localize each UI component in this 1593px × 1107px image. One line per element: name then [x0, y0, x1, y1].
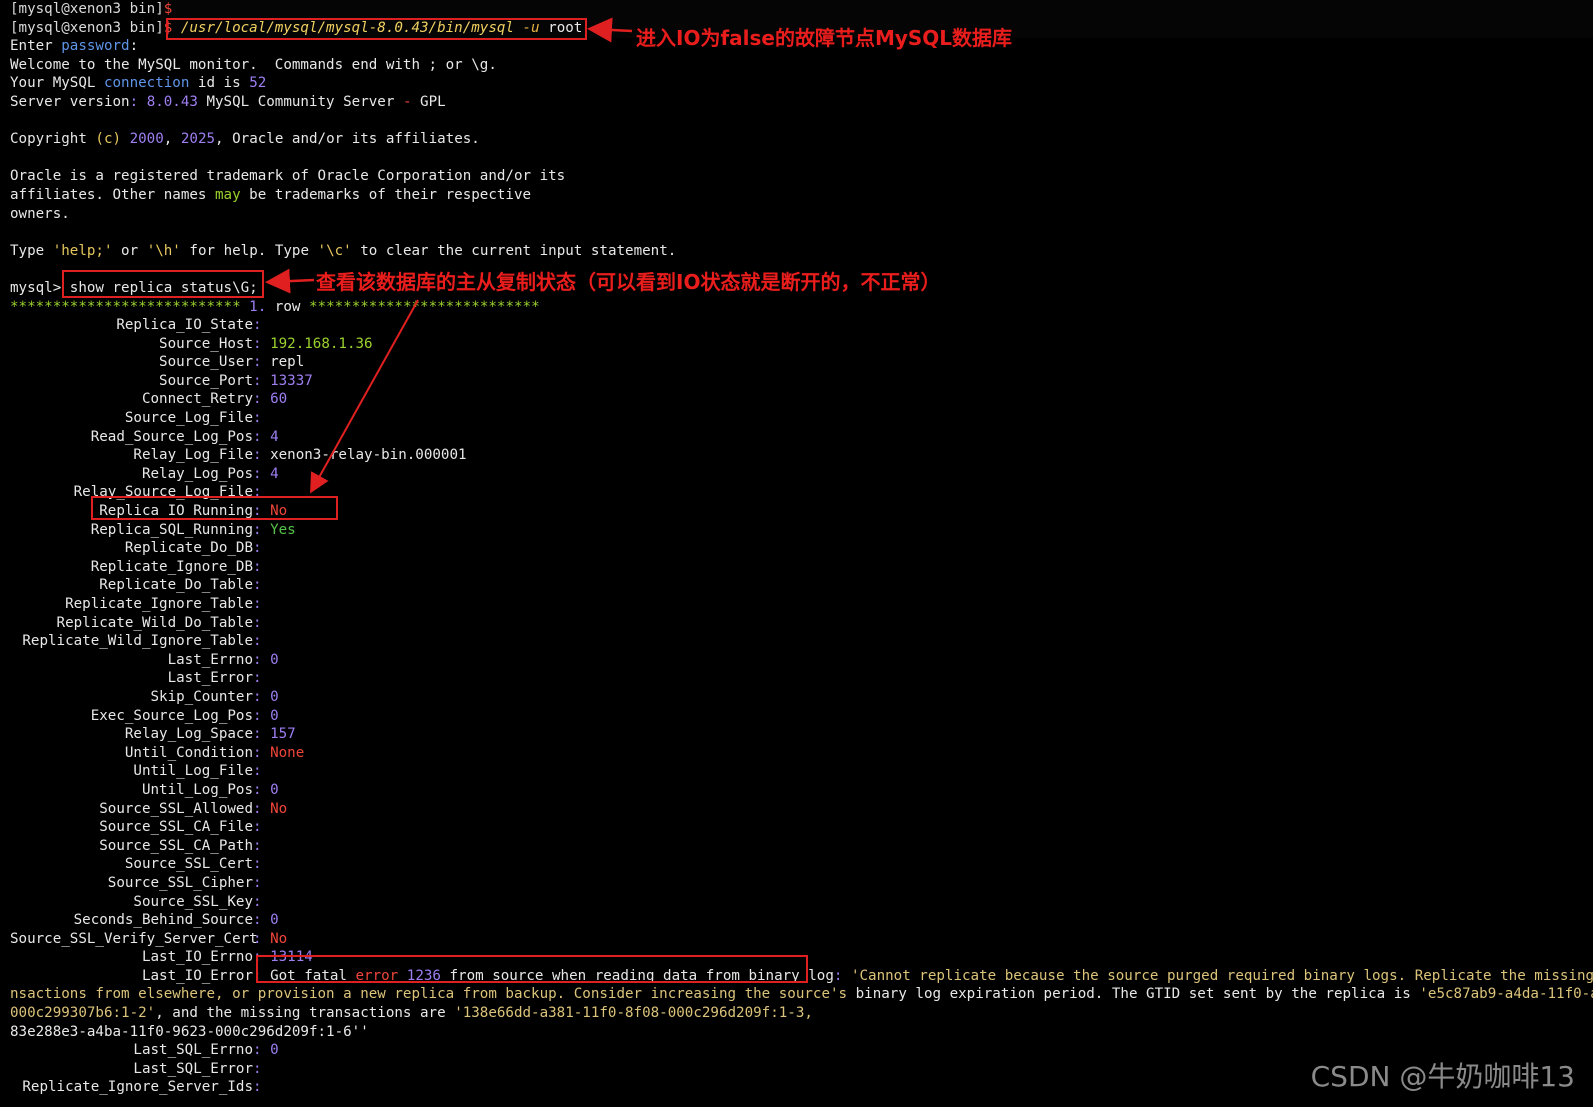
arrow-to-query	[265, 268, 315, 294]
arrow-to-io-running	[310, 299, 419, 494]
annotation-arrows	[265, 17, 633, 494]
arrow-to-command	[587, 17, 633, 43]
annotation-enter-db: 进入IO为false的故障节点MySQL数据库	[636, 26, 1013, 50]
watermark: CSDN @牛奶咖啡13	[1310, 1060, 1575, 1093]
annotation-check-status: 查看该数据库的主从复制状态（可以看到IO状态就是断开的，不正常）	[316, 270, 941, 294]
